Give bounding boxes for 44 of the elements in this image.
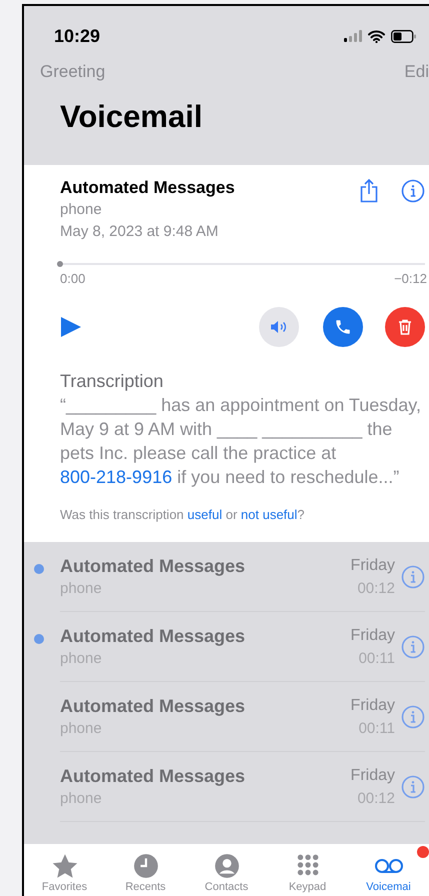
- phone-icon: [334, 318, 352, 336]
- clock-icon: [132, 852, 158, 880]
- tab-item[interactable]: Keypad: [267, 844, 348, 896]
- person-icon: [214, 852, 240, 880]
- remaining-time: −0:12: [394, 270, 427, 288]
- caller-label: phone: [60, 200, 103, 220]
- message-date: May 8, 2023 at 9:48 AM: [60, 222, 220, 242]
- message-day: Friday: [350, 764, 395, 788]
- speaker-button[interactable]: [259, 306, 299, 346]
- battery-icon: [391, 30, 417, 42]
- caller-name: Automated Messages: [60, 624, 246, 648]
- delete-button[interactable]: [385, 306, 425, 346]
- playback-thumb[interactable]: [57, 261, 63, 267]
- play-button[interactable]: [60, 316, 82, 338]
- message-day: Friday: [350, 624, 395, 648]
- message-day: Friday: [350, 694, 395, 718]
- transcription-heading: Transcription: [60, 370, 164, 392]
- tab-item[interactable]: Contacts: [186, 844, 267, 896]
- tab-item[interactable]: Recents: [105, 844, 186, 896]
- phone-number-link[interactable]: 800-218-9916: [60, 466, 172, 486]
- tab-item[interactable]: Voicemai: [348, 844, 429, 896]
- share-icon[interactable]: [359, 179, 379, 203]
- speaker-icon: [270, 320, 288, 334]
- transcription-text: “_________ has an appointment on Tuesday, May 9 at 9 AM with ____ __________ the pets Inc. please call the practice at 800-218-9916 if you need to reschedule...”: [60, 394, 422, 488]
- useful-link[interactable]: useful: [187, 506, 222, 522]
- star-icon: [50, 852, 78, 880]
- feedback-prompt: Was this transcription useful or not useful?: [60, 506, 306, 524]
- status-time: 10:29: [54, 24, 100, 48]
- page-title: Voicemail: [60, 98, 204, 136]
- tab-item[interactable]: Favorites: [24, 844, 105, 896]
- signal-icon: [344, 30, 362, 42]
- trash-icon: [398, 318, 412, 334]
- info-icon[interactable]: [401, 179, 425, 203]
- greeting-button[interactable]: Greeting: [40, 59, 106, 85]
- message-day: Friday: [350, 554, 395, 578]
- caller-name: Automated Messages: [60, 554, 246, 578]
- not-useful-link[interactable]: not useful: [240, 506, 298, 522]
- elapsed-time: 0:00: [60, 270, 86, 288]
- caller-name: Automated Messages: [60, 177, 236, 199]
- caller-name: Automated Messages: [60, 764, 246, 788]
- call-button[interactable]: [323, 306, 363, 346]
- wifi-icon: [368, 30, 385, 42]
- edit-button[interactable]: Edi: [404, 59, 429, 85]
- caller-name: Automated Messages: [60, 694, 246, 718]
